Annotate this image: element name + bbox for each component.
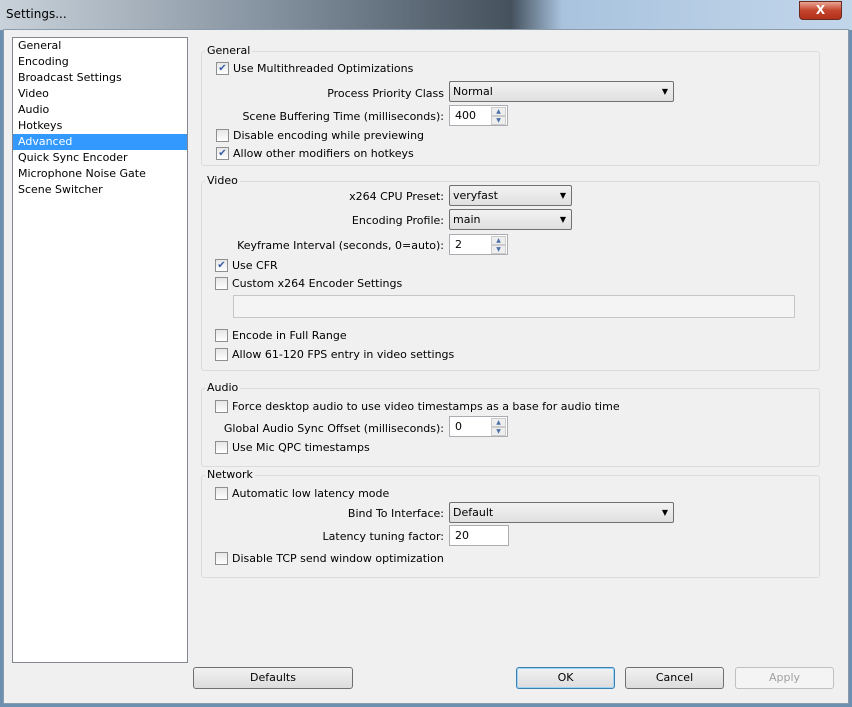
- full-range-checkbox[interactable]: Encode in Full Range: [215, 329, 347, 342]
- checkbox-label: Use Multithreaded Optimizations: [233, 62, 414, 75]
- checkbox-label: Custom x264 Encoder Settings: [232, 277, 403, 290]
- checkbox-label: Use Mic QPC timestamps: [232, 441, 370, 454]
- cfr-checkbox[interactable]: ✔ Use CFR: [215, 259, 278, 272]
- cancel-button[interactable]: Cancel: [625, 667, 724, 689]
- sidebar-item-audio[interactable]: Audio: [13, 102, 187, 118]
- checkbox-icon: [215, 277, 228, 290]
- bind-interface-select[interactable]: Default ▼: [449, 502, 674, 523]
- buffering-label: Scene Buffering Time (milliseconds):: [242, 110, 444, 123]
- settings-category-list[interactable]: General Encoding Broadcast Settings Video Au…: [12, 37, 188, 663]
- sidebar-item-microphone-noise-gate[interactable]: Microphone Noise Gate: [13, 166, 187, 182]
- checkbox-label: Force desktop audio to use video timesta…: [232, 400, 620, 413]
- disable-tcp-checkbox[interactable]: Disable TCP send window optimization: [215, 552, 444, 565]
- custom-x264-input[interactable]: [233, 295, 795, 318]
- bind-interface-value: Default: [453, 506, 494, 519]
- latency-factor-label: Latency tuning factor:: [322, 530, 444, 543]
- priority-label: Process Priority Class: [327, 87, 444, 100]
- checkbox-icon: ✔: [216, 62, 229, 75]
- profile-label: Encoding Profile:: [351, 214, 444, 227]
- checkbox-icon: [216, 129, 229, 142]
- multithreaded-checkbox[interactable]: ✔ Use Multithreaded Optimizations: [216, 62, 413, 75]
- title-bar[interactable]: Settings... X: [0, 0, 852, 30]
- spin-up-icon[interactable]: ▲: [491, 107, 506, 116]
- defaults-button[interactable]: Defaults: [193, 667, 353, 689]
- spin-down-icon[interactable]: ▼: [491, 427, 506, 436]
- keyframe-spinbox[interactable]: 2 ▲ ▼: [449, 234, 508, 255]
- chevron-down-icon: ▼: [661, 508, 668, 517]
- qpc-checkbox[interactable]: Use Mic QPC timestamps: [215, 441, 370, 454]
- keyframe-label: Keyframe Interval (seconds, 0=auto):: [237, 239, 444, 252]
- checkbox-label: Automatic low latency mode: [232, 487, 390, 500]
- checkbox-label: Disable TCP send window optimization: [232, 552, 444, 565]
- checkbox-label: Encode in Full Range: [232, 329, 347, 342]
- sidebar-item-scene-switcher[interactable]: Scene Switcher: [13, 182, 187, 198]
- preset-select[interactable]: veryfast ▼: [449, 185, 572, 206]
- buffering-spinbox[interactable]: 400 ▲ ▼: [449, 105, 508, 126]
- checkbox-icon: [215, 441, 228, 454]
- profile-value: main: [453, 213, 481, 226]
- ok-button[interactable]: OK: [516, 667, 615, 689]
- checkbox-icon: ✔: [215, 259, 228, 272]
- close-button[interactable]: X: [799, 1, 842, 20]
- priority-value: Normal: [453, 85, 493, 98]
- sync-offset-label: Global Audio Sync Offset (milliseconds):: [223, 422, 444, 435]
- sidebar-item-video[interactable]: Video: [13, 86, 187, 102]
- spin-up-icon[interactable]: ▲: [491, 418, 506, 427]
- chevron-down-icon: ▼: [559, 191, 566, 200]
- sidebar-item-hotkeys[interactable]: Hotkeys: [13, 118, 187, 134]
- sidebar-item-broadcast-settings[interactable]: Broadcast Settings: [13, 70, 187, 86]
- window-title: Settings...: [6, 7, 67, 21]
- general-group-title: General: [205, 44, 253, 57]
- checkbox-label: Allow other modifiers on hotkeys: [233, 147, 414, 160]
- latency-factor-input[interactable]: 20: [449, 525, 509, 546]
- spin-up-icon[interactable]: ▲: [491, 236, 506, 245]
- checkbox-icon: ✔: [216, 147, 229, 160]
- buffering-value: 400: [455, 109, 476, 122]
- sync-offset-value: 0: [455, 420, 462, 433]
- low-latency-checkbox[interactable]: Automatic low latency mode: [215, 487, 389, 500]
- profile-select[interactable]: main ▼: [449, 209, 572, 230]
- spin-down-icon[interactable]: ▼: [491, 116, 506, 125]
- chevron-down-icon: ▼: [559, 215, 566, 224]
- checkbox-icon: [215, 348, 228, 361]
- audio-group-title: Audio: [205, 381, 241, 394]
- apply-button[interactable]: Apply: [735, 667, 834, 689]
- preset-value: veryfast: [453, 189, 498, 202]
- video-group-title: Video: [205, 174, 240, 187]
- force-timestamps-checkbox[interactable]: Force desktop audio to use video timesta…: [215, 400, 620, 413]
- allow-modifiers-checkbox[interactable]: ✔ Allow other modifiers on hotkeys: [216, 147, 414, 160]
- high-fps-checkbox[interactable]: Allow 61-120 FPS entry in video settings: [215, 348, 454, 361]
- chevron-down-icon: ▼: [661, 87, 668, 96]
- disable-preview-checkbox[interactable]: Disable encoding while previewing: [216, 129, 424, 142]
- sidebar-item-encoding[interactable]: Encoding: [13, 54, 187, 70]
- bind-interface-label: Bind To Interface:: [347, 507, 444, 520]
- preset-label: x264 CPU Preset:: [349, 190, 444, 203]
- priority-select[interactable]: Normal ▼: [449, 81, 674, 102]
- checkbox-icon: [215, 329, 228, 342]
- sidebar-item-advanced[interactable]: Advanced: [13, 134, 187, 150]
- sidebar-item-general[interactable]: General: [13, 38, 187, 54]
- network-group-title: Network: [205, 468, 255, 481]
- checkbox-icon: [215, 400, 228, 413]
- keyframe-value: 2: [455, 238, 462, 251]
- custom-x264-checkbox[interactable]: Custom x264 Encoder Settings: [215, 277, 402, 290]
- checkbox-label: Use CFR: [232, 259, 278, 272]
- checkbox-label: Allow 61-120 FPS entry in video settings: [232, 348, 455, 361]
- spin-down-icon[interactable]: ▼: [491, 245, 506, 254]
- sync-offset-spinbox[interactable]: 0 ▲ ▼: [449, 416, 508, 437]
- checkbox-label: Disable encoding while previewing: [233, 129, 425, 142]
- checkbox-icon: [215, 552, 228, 565]
- checkbox-icon: [215, 487, 228, 500]
- sidebar-item-quick-sync-encoder[interactable]: Quick Sync Encoder: [13, 150, 187, 166]
